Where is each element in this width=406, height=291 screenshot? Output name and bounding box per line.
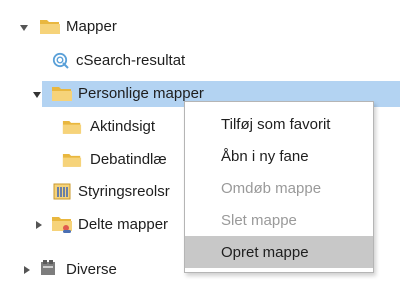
tree-label-mapper: Mapper bbox=[66, 18, 117, 35]
collapse-arrow-icon[interactable] bbox=[36, 221, 42, 229]
folder-icon bbox=[62, 154, 82, 167]
menu-item-delete-folder: Slet mappe bbox=[221, 211, 297, 229]
tree-label-styring: Styringsreolsr bbox=[78, 183, 170, 200]
menu-item-open-new-tab[interactable]: Åbn i ny fane bbox=[185, 140, 373, 172]
expand-arrow-icon[interactable] bbox=[33, 92, 41, 98]
menu-item-create-folder[interactable]: Opret mappe bbox=[185, 236, 373, 268]
shared-folder-icon bbox=[52, 217, 72, 233]
context-menu: Tilføj som favorit Åbn i ny fane Omdøb m… bbox=[184, 101, 374, 273]
folder-icon bbox=[52, 87, 72, 101]
folder-icon bbox=[40, 20, 60, 34]
folder-icon bbox=[62, 121, 82, 134]
tree-label-misc: Diverse bbox=[66, 261, 117, 278]
shelf-icon bbox=[53, 183, 71, 200]
tree-label-debat: Debatindlæ bbox=[90, 151, 167, 168]
menu-item-rename-folder: Omdøb mappe bbox=[221, 179, 322, 197]
expand-arrow-icon[interactable] bbox=[20, 25, 28, 31]
tree-label-search-results: cSearch-resultat bbox=[76, 52, 186, 69]
collapse-arrow-icon[interactable] bbox=[24, 266, 30, 274]
menu-item-add-favorite[interactable]: Tilføj som favorit bbox=[185, 108, 373, 140]
search-icon bbox=[52, 52, 69, 69]
misc-icon bbox=[41, 260, 55, 275]
tree-label-shared-folders: Delte mapper bbox=[78, 216, 169, 233]
tree-label-aktindsigt: Aktindsigt bbox=[90, 118, 156, 135]
